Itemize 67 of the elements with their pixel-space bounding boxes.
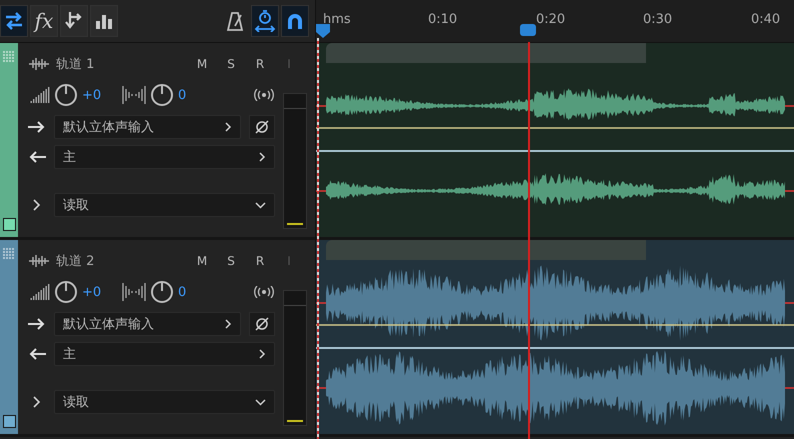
track-name[interactable]: 轨道 1 — [56, 55, 94, 73]
volume-value[interactable]: +0 — [82, 284, 104, 300]
output-arrow-icon — [28, 348, 46, 360]
volume-knob[interactable] — [54, 83, 78, 107]
input-arrow-icon — [28, 121, 46, 133]
mute-button[interactable]: M — [190, 254, 214, 268]
swap-arrows-icon — [4, 12, 24, 30]
phase-invert-button[interactable] — [249, 115, 275, 139]
mute-button[interactable]: M — [190, 57, 214, 71]
phase-icon — [255, 120, 269, 134]
input-select[interactable]: 默认立体声输入 — [54, 312, 241, 336]
solo-button[interactable]: S — [219, 254, 243, 268]
pan-icon — [122, 86, 146, 104]
chevron-right-icon — [259, 152, 266, 162]
broadcast-icon[interactable] — [253, 89, 275, 101]
start-marker-icon[interactable] — [316, 24, 330, 38]
grip-icon[interactable] — [3, 248, 15, 260]
time-label: 0:20 — [536, 12, 566, 27]
volume-icon — [28, 87, 50, 103]
swap-arrows-button[interactable] — [0, 5, 28, 37]
output-select[interactable]: 主 — [54, 145, 275, 169]
eq-button[interactable] — [90, 5, 118, 37]
chevron-right-icon — [259, 349, 266, 359]
time-label: 0:40 — [751, 12, 780, 27]
chevron-down-icon — [255, 202, 266, 208]
chevron-down-icon — [255, 398, 266, 406]
automation-mode-dropdown[interactable]: 读取 — [54, 193, 275, 217]
waveform-icon — [28, 58, 50, 70]
volume-icon — [28, 284, 50, 300]
volume-knob[interactable] — [54, 280, 78, 304]
time-stretch-button[interactable] — [251, 5, 279, 37]
chevron-right-icon — [225, 319, 232, 329]
time-label: 0:10 — [428, 12, 458, 27]
solo-button[interactable]: S — [219, 57, 243, 71]
input-arrow-icon — [28, 318, 46, 330]
input-select[interactable]: 默认立体声输入 — [54, 115, 241, 139]
phase-icon — [255, 317, 269, 331]
pan-icon — [122, 283, 146, 301]
volume-value[interactable]: +0 — [82, 88, 104, 102]
time-label: 0:30 — [643, 12, 672, 27]
broadcast-icon[interactable] — [253, 286, 275, 298]
grip-icon[interactable] — [3, 51, 15, 63]
record-arm-button[interactable]: R — [248, 57, 272, 71]
pan-value[interactable]: 0 — [178, 284, 200, 300]
effects-button[interactable]: fx — [30, 5, 58, 37]
track-name[interactable]: 轨道 2 — [56, 252, 94, 270]
sends-button[interactable] — [60, 5, 88, 37]
record-arm-button[interactable]: R — [248, 254, 272, 268]
phase-invert-button[interactable] — [249, 312, 275, 336]
output-arrow-icon — [28, 151, 46, 163]
track-color-swatch[interactable] — [2, 415, 16, 428]
pan-knob[interactable] — [150, 83, 174, 107]
automation-mode-dropdown[interactable]: 读取 — [54, 390, 275, 414]
magnet-icon — [285, 11, 305, 31]
pan-knob[interactable] — [150, 280, 174, 304]
playhead-handle[interactable] — [520, 24, 536, 36]
track-color-swatch[interactable] — [2, 218, 16, 231]
stopwatch-arrows-icon — [254, 10, 276, 32]
metronome-icon — [227, 11, 243, 31]
branch-arrows-icon — [65, 11, 83, 31]
time-label: hms — [323, 12, 351, 27]
chevron-right-icon — [225, 122, 232, 132]
bar-chart-icon — [95, 13, 113, 29]
snap-magnet-button[interactable] — [281, 5, 309, 37]
output-select[interactable]: 主 — [54, 342, 275, 366]
waveform-icon — [28, 255, 50, 267]
pan-value[interactable]: 0 — [178, 88, 200, 102]
